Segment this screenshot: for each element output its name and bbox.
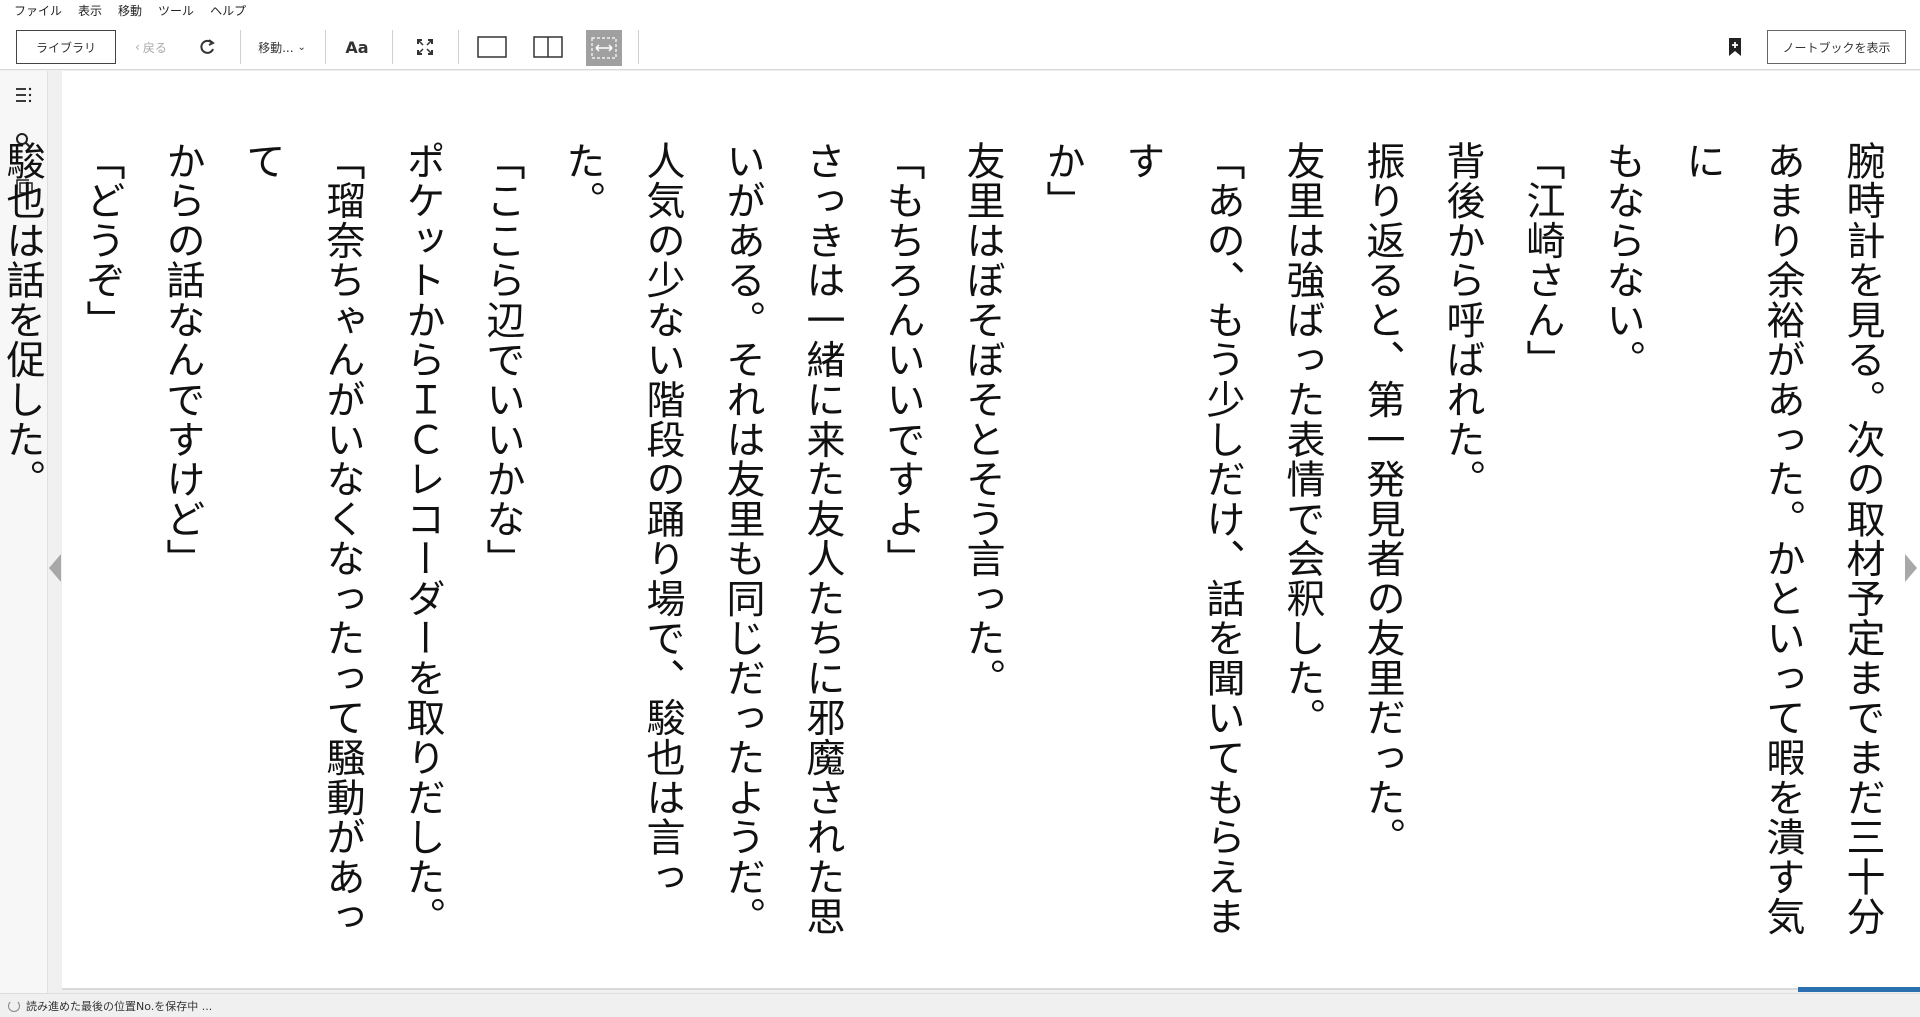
separator — [392, 30, 393, 64]
chevron-down-icon: ⌄ — [297, 41, 306, 53]
refresh-icon — [200, 39, 215, 54]
separator — [325, 30, 326, 64]
chevron-left-icon: ‹ — [135, 40, 140, 54]
text-line: 人気の少ない階段の踊り場で、駿也は言った。 — [560, 141, 685, 897]
text-line: 友里はぼそぼそとそう言った。 — [960, 141, 1005, 698]
show-notebook-button[interactable]: ノートブックを表示 — [1767, 30, 1906, 64]
text-line: いがある。それは友里も同じだったようだ。 — [720, 141, 765, 937]
menu-help[interactable]: ヘルプ — [202, 0, 254, 22]
fullscreen-icon — [417, 39, 433, 55]
text-line: あまり余裕があった。かといって暇を潰す気に — [1680, 141, 1805, 937]
separator — [638, 30, 639, 64]
move-label: 移動... — [258, 40, 294, 55]
text-line: 「どうぞ」 — [80, 141, 125, 340]
menu-view[interactable]: 表示 — [70, 0, 110, 22]
reading-progress-bar — [1798, 987, 1920, 992]
text-line: 「もちろんいいですよ」 — [880, 141, 925, 579]
two-page-icon — [533, 36, 563, 58]
single-page-button[interactable] — [474, 30, 510, 64]
text-line: 腕時計を見る。次の取材予定までまだ三十分 — [1840, 141, 1885, 937]
loading-spinner-icon — [8, 999, 20, 1012]
separator — [458, 30, 459, 64]
text-line: 「ここら辺でいいかな」 — [480, 141, 525, 579]
status-bar: 読み進めた最後の位置No.を保存中 ... — [0, 993, 1920, 1017]
bookmark-button[interactable] — [1722, 30, 1748, 64]
back-label: 戻る — [142, 40, 167, 55]
two-page-button[interactable] — [530, 30, 566, 64]
page-bottom-edge — [62, 988, 1920, 990]
fit-width-icon — [591, 37, 617, 59]
separator — [240, 30, 241, 64]
status-text: 読み進めた最後の位置No.を保存中 ... — [26, 999, 213, 1013]
menu-bar: ファイル 表示 移動 ツール ヘルプ — [0, 0, 1920, 22]
text-line: 「瑠奈ちゃんがいなくなったって騒動があって — [240, 141, 365, 937]
fit-width-button[interactable] — [586, 30, 622, 66]
bookmark-icon — [1729, 38, 1741, 56]
text-line: 背後から呼ばれた。 — [1440, 141, 1485, 500]
text-line: か」 — [1040, 141, 1085, 221]
single-page-icon — [477, 36, 507, 58]
move-dropdown[interactable]: 移動... ⌄ — [252, 30, 312, 64]
previous-page-arrow-icon[interactable] — [47, 548, 63, 588]
book-text: 腕時計を見る。次の取材予定までまだ三十分 あまり余裕があった。かといって暇を潰す気… — [0, 141, 1902, 961]
text-line: 「あの、もう少しだけ、話を聞いてもらえます — [1120, 141, 1245, 937]
text-line: 友里は強ばった表情で会釈した。 — [1280, 141, 1325, 738]
font-settings-button[interactable]: Aa — [340, 30, 374, 64]
toolbar: ライブラリ ‹ 戻る 移動... ⌄ Aa ノートブックを表示 — [0, 22, 1920, 70]
menu-tools[interactable]: ツール — [150, 0, 202, 22]
table-of-contents-icon[interactable] — [10, 81, 38, 109]
next-page-arrow-icon[interactable] — [1903, 548, 1919, 588]
text-line: 振り返ると、第一発見者の友里だった。 — [1360, 141, 1405, 858]
text-line: ポケットからＩＣレコーダーを取りだした。 — [400, 141, 445, 937]
menu-go[interactable]: 移動 — [110, 0, 150, 22]
library-button[interactable]: ライブラリ — [16, 30, 116, 64]
text-line: もならない。 — [1600, 141, 1645, 380]
text-line: からの話なんですけど」 — [160, 141, 205, 579]
back-button[interactable]: ‹ 戻る — [128, 30, 174, 64]
text-line: 「江崎さん」 — [1520, 141, 1565, 380]
menu-file[interactable]: ファイル — [6, 0, 70, 22]
reading-page[interactable]: 腕時計を見る。次の取材予定までまだ三十分 あまり余裕があった。かといって暇を潰す気… — [0, 71, 1920, 988]
fullscreen-button[interactable] — [410, 30, 440, 64]
sync-button[interactable] — [192, 30, 222, 64]
text-line: さっきは一緒に来た友人たちに邪魔された思 — [800, 141, 845, 937]
